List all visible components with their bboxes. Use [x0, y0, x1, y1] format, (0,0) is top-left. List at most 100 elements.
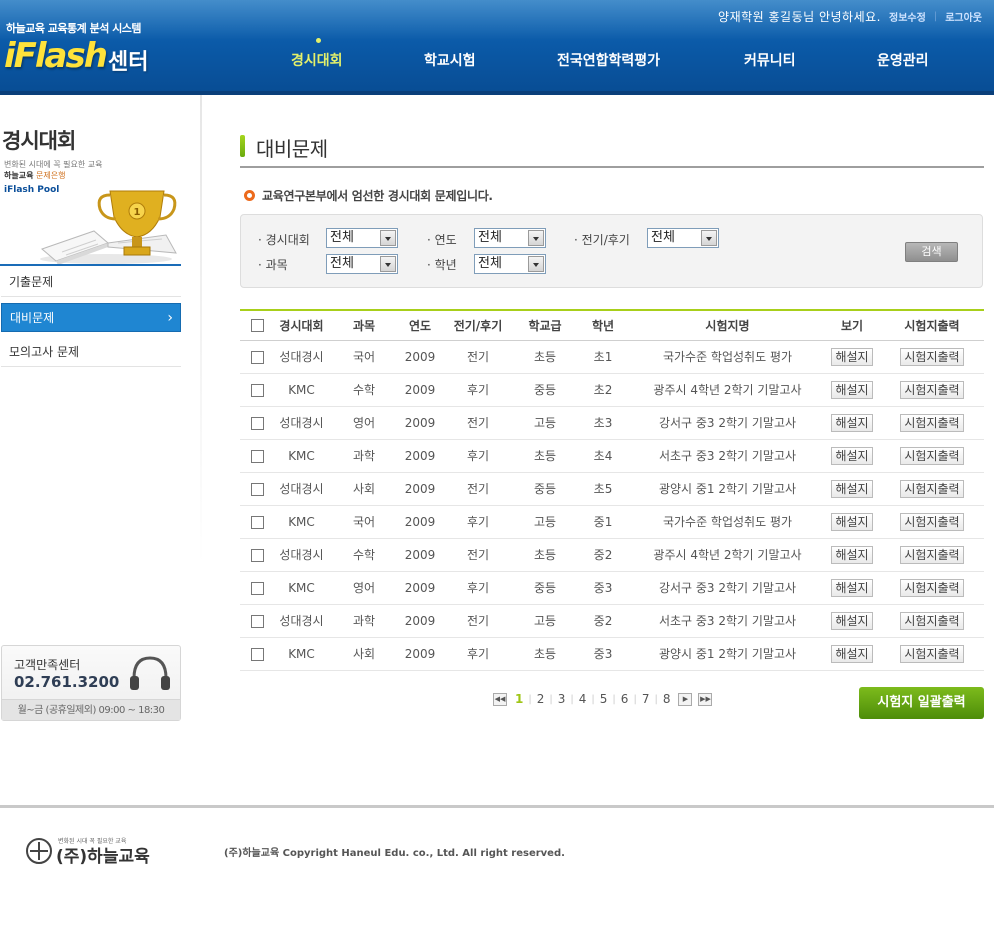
print-exam-button[interactable]: 시험지출력: [900, 578, 964, 597]
page-link[interactable]: 7: [637, 692, 655, 706]
brand-logo-suffix[interactable]: 센터: [108, 44, 148, 76]
grade-select[interactable]: 전체: [474, 254, 546, 274]
contest-select-value: 전체: [330, 230, 354, 245]
title-accent-bar: [240, 135, 245, 157]
page-link[interactable]: 8: [658, 692, 676, 706]
row-checkbox-cell: [240, 538, 274, 572]
contest-cell: KMC: [274, 505, 329, 539]
column-header: 시험지출력: [880, 311, 984, 341]
nav-national-assessment[interactable]: 전국연합학력평가: [557, 50, 660, 70]
search-button[interactable]: 검색: [905, 242, 958, 262]
answer-sheet-button[interactable]: 해설지: [831, 512, 873, 531]
row-checkbox[interactable]: [250, 416, 264, 430]
brand-logo[interactable]: iFlash: [4, 36, 108, 76]
answer-sheet-button[interactable]: 해설지: [831, 413, 873, 432]
row-checkbox[interactable]: [250, 647, 264, 661]
select-all-cell: [240, 311, 274, 341]
row-checkbox[interactable]: [250, 548, 264, 562]
print-exam-button[interactable]: 시험지출력: [900, 446, 964, 465]
double-chevron-right-icon[interactable]: ▶▶: [698, 692, 713, 706]
sidebar-item-past-problems[interactable]: 기출문제: [1, 268, 181, 297]
print-exam-button[interactable]: 시험지출력: [900, 644, 964, 663]
row-checkbox[interactable]: [250, 581, 264, 595]
logout-link[interactable]: 로그아웃: [945, 9, 982, 24]
grade-cell: 중3: [575, 571, 631, 605]
answer-sheet-button[interactable]: 해설지: [831, 479, 873, 498]
answer-sheet-button[interactable]: 해설지: [831, 380, 873, 399]
sidebar-item-prep-problems[interactable]: 대비문제 ›: [1, 303, 181, 332]
row-checkbox[interactable]: [250, 482, 264, 496]
print-cell: 시험지출력: [880, 373, 984, 407]
nav-contest[interactable]: 경시대회: [291, 50, 343, 70]
sidebar-brand-text: 하늘교육: [4, 171, 34, 180]
double-chevron-left-icon[interactable]: ◀◀: [493, 692, 507, 706]
chevron-right-icon[interactable]: ▶: [678, 692, 693, 706]
company-emblem-icon: [26, 838, 52, 864]
exam-name-cell: 광양시 중1 2학기 기말고사: [631, 472, 824, 506]
select-all-checkbox[interactable]: [250, 319, 264, 333]
page-link[interactable]: 2: [532, 692, 550, 706]
nav-community[interactable]: 커뮤니티: [744, 50, 796, 70]
answer-sheet-button[interactable]: 해설지: [831, 578, 873, 597]
school-level-cell: 중등: [515, 571, 575, 605]
row-checkbox[interactable]: [250, 515, 264, 529]
sidebar-item-mock-exam[interactable]: 모의고사 문제: [1, 338, 181, 367]
view-cell: 해설지: [824, 637, 880, 671]
column-header: 시험지명: [631, 311, 824, 341]
page-link[interactable]: 5: [595, 692, 613, 706]
print-exam-button[interactable]: 시험지출력: [900, 545, 964, 564]
table-row: KMC 사회 2009 후기 초등 중3 광양시 중1 2학기 기말고사 해설지 시험지출력: [240, 637, 984, 671]
nav-management[interactable]: 운영관리: [877, 50, 929, 70]
row-checkbox[interactable]: [250, 383, 264, 397]
print-exam-button[interactable]: 시험지출력: [900, 347, 964, 366]
subject-select[interactable]: 전체: [326, 254, 398, 274]
row-checkbox-cell: [240, 571, 274, 605]
term-cell: 후기: [441, 373, 515, 407]
page-title: 대비문제: [256, 137, 328, 161]
page-link[interactable]: 3: [553, 692, 571, 706]
answer-sheet-button[interactable]: 해설지: [831, 347, 873, 366]
print-exam-button[interactable]: 시험지출력: [900, 479, 964, 498]
subject-cell: 수학: [329, 373, 399, 407]
grade-cell: 초1: [575, 340, 631, 374]
term-cell: 후기: [441, 439, 515, 473]
contest-select[interactable]: 전체: [326, 228, 398, 248]
print-exam-button[interactable]: 시험지출력: [900, 512, 964, 531]
column-header: 학년: [575, 311, 631, 341]
grade-cell: 초2: [575, 373, 631, 407]
row-checkbox[interactable]: [250, 449, 264, 463]
print-exam-button[interactable]: 시험지출력: [900, 413, 964, 432]
term-select[interactable]: 전체: [647, 228, 719, 248]
answer-sheet-button[interactable]: 해설지: [831, 446, 873, 465]
sidebar-item-label: 기출문제: [9, 275, 54, 289]
view-cell: 해설지: [824, 373, 880, 407]
year-select[interactable]: 전체: [474, 228, 546, 248]
contest-cell: KMC: [274, 637, 329, 671]
page-link[interactable]: 1: [510, 692, 528, 706]
row-checkbox[interactable]: [250, 350, 264, 364]
table-row: KMC 영어 2009 후기 중등 중3 강서구 중3 2학기 기말고사 해설지 시험지출력: [240, 571, 984, 605]
school-level-cell: 중등: [515, 472, 575, 506]
profile-edit-link[interactable]: 정보수정: [889, 9, 926, 24]
answer-sheet-button[interactable]: 해설지: [831, 545, 873, 564]
filter-panel: · 경시대회 전체 · 연도 전체 · 전기/후기 전체 · 과목 전체 · 학…: [240, 214, 983, 288]
print-exam-button[interactable]: 시험지출력: [900, 611, 964, 630]
term-cell: 전기: [441, 604, 515, 638]
year-cell: 2009: [399, 637, 441, 671]
page-link[interactable]: 6: [616, 692, 634, 706]
term-cell: 전기: [441, 340, 515, 374]
print-exam-button[interactable]: 시험지출력: [900, 380, 964, 399]
view-cell: 해설지: [824, 538, 880, 572]
nav-school-exam[interactable]: 학교시험: [424, 50, 476, 70]
page-link[interactable]: 4: [574, 692, 592, 706]
row-checkbox[interactable]: [250, 614, 264, 628]
footer: 변화된 시대 꼭 필요한 교육 (주)하늘교육 (주)하늘교육 Copyrigh…: [0, 805, 994, 936]
trophy-book-illustration: 1: [40, 190, 177, 265]
row-checkbox-cell: [240, 637, 274, 671]
print-cell: 시험지출력: [880, 406, 984, 440]
brand-subtitle: 하늘교육 교육통계 분석 시스템: [6, 22, 142, 35]
table-row: KMC 과학 2009 후기 초등 초4 서초구 중3 2학기 기말고사 해설지 시험지출력: [240, 439, 984, 473]
bulk-print-button[interactable]: 시험지 일괄출력: [859, 687, 984, 719]
answer-sheet-button[interactable]: 해설지: [831, 611, 873, 630]
answer-sheet-button[interactable]: 해설지: [831, 644, 873, 663]
